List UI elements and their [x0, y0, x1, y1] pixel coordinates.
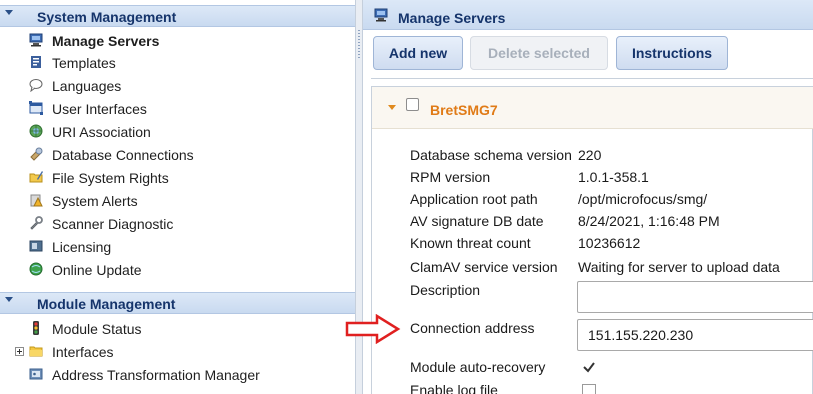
connection-address-label: Connection address	[410, 320, 535, 336]
traffic-light-icon	[33, 321, 39, 335]
nav-item-label: Database Connections	[52, 147, 194, 163]
delete-selected-button[interactable]: Delete selected	[470, 36, 608, 70]
computer-icon	[374, 8, 388, 22]
detail-key: Application root path	[410, 191, 538, 207]
nav-item-database-connections[interactable]: Database Connections	[0, 144, 355, 166]
nav-item-label: File System Rights	[52, 170, 169, 186]
expand-triangle-icon[interactable]	[388, 105, 396, 110]
connection-address-input[interactable]	[577, 319, 813, 351]
server-name: BretSMG7	[430, 102, 498, 118]
collapse-triangle-icon[interactable]	[5, 297, 13, 302]
detail-key: ClamAV service version	[410, 259, 558, 275]
nav-item-interfaces[interactable]: Interfaces	[0, 341, 355, 363]
folder-icon	[29, 346, 43, 357]
nav-item-address-transformation-manager[interactable]: Address Transformation Manager	[0, 364, 355, 386]
nav-item-label: Languages	[52, 78, 122, 94]
globe-green-icon	[29, 262, 43, 276]
detail-row: ClamAV service version Waiting for serve…	[372, 256, 813, 278]
nav-item-templates[interactable]: Templates	[0, 52, 355, 74]
detail-value: 1.0.1-358.1	[578, 169, 649, 185]
detail-key: Known threat count	[410, 235, 531, 251]
detail-key: AV signature DB date	[410, 213, 544, 229]
log-file-label: Enable log file	[410, 382, 498, 394]
log-file-checkbox[interactable]	[582, 384, 596, 394]
section-title: System Management	[37, 9, 177, 25]
database-plug-icon	[30, 147, 43, 161]
nav-item-label: Licensing	[52, 239, 112, 255]
detail-value: 8/24/2021, 1:16:48 PM	[578, 213, 720, 229]
detail-row: Known threat count 10236612	[372, 232, 813, 254]
description-label: Description	[410, 282, 481, 298]
speech-bubble-icon	[29, 79, 43, 92]
module-management-header[interactable]: Module Management	[0, 292, 355, 314]
annotation-arrow-icon	[345, 314, 401, 344]
detail-value: Waiting for server to upload data	[578, 259, 780, 275]
window-icon	[29, 101, 43, 115]
content-header: Manage Servers	[363, 0, 813, 30]
nav-item-scanner-diagnostic[interactable]: Scanner Diagnostic	[0, 213, 355, 235]
nav-item-system-alerts[interactable]: System Alerts	[0, 190, 355, 212]
nav-item-label: Manage Servers	[52, 33, 160, 49]
section-title: Module Management	[37, 296, 176, 312]
address-card-icon	[29, 368, 43, 380]
nav-item-user-interfaces[interactable]: User Interfaces	[0, 98, 355, 120]
server-panel-header[interactable]: BretSMG7	[372, 87, 813, 129]
detail-row: Application root path /opt/microfocus/sm…	[372, 188, 813, 210]
nav-item-label: System Alerts	[52, 193, 138, 209]
nav-item-uri-association[interactable]: URI Association	[0, 121, 355, 143]
nav-item-label: Address Transformation Manager	[52, 367, 260, 383]
auto-recovery-label: Module auto-recovery	[410, 359, 546, 375]
detail-key: RPM version	[410, 169, 491, 185]
nav-item-label: Templates	[52, 55, 116, 71]
server-panel: BretSMG7 Database schema version 220 RPM…	[371, 86, 813, 394]
detail-row: AV signature DB date 8/24/2021, 1:16:48 …	[372, 210, 813, 232]
computer-icon	[29, 33, 43, 47]
nav-item-licensing[interactable]: Licensing	[0, 236, 355, 258]
detail-value: 220	[578, 147, 602, 163]
detail-row: Database schema version 220	[372, 144, 813, 166]
wrench-icon	[30, 216, 43, 230]
nav-item-languages[interactable]: Languages	[0, 75, 355, 97]
nav-item-module-status[interactable]: Module Status	[0, 318, 355, 340]
nav-item-label: Scanner Diagnostic	[52, 216, 174, 232]
toolbar-divider	[371, 78, 813, 79]
nav-item-label: Interfaces	[52, 344, 114, 360]
expand-plus-icon[interactable]	[15, 347, 24, 356]
alert-icon	[30, 194, 43, 207]
splitter-grip[interactable]	[358, 30, 360, 60]
description-input[interactable]	[577, 281, 813, 313]
document-icon	[31, 56, 41, 68]
folder-pen-icon	[29, 171, 43, 183]
server-select-checkbox[interactable]	[406, 98, 419, 111]
nav-item-label: URI Association	[52, 124, 151, 140]
instructions-button[interactable]: Instructions	[616, 36, 728, 70]
collapse-triangle-icon[interactable]	[5, 10, 13, 15]
nav-item-file-system-rights[interactable]: File System Rights	[0, 167, 355, 189]
auto-recovery-checkbox[interactable]	[582, 360, 596, 374]
navigation-pane: System Management Manage Servers Templat…	[0, 0, 355, 394]
add-new-button[interactable]: Add new	[373, 36, 463, 70]
system-management-header[interactable]: System Management	[0, 5, 355, 27]
detail-key: Database schema version	[410, 147, 572, 163]
detail-row: RPM version 1.0.1-358.1	[372, 166, 813, 188]
detail-value: 10236612	[578, 235, 641, 251]
globe-icon	[29, 124, 43, 138]
nav-item-label: Module Status	[52, 321, 142, 337]
nav-item-label: User Interfaces	[52, 101, 147, 117]
detail-value: /opt/microfocus/smg/	[578, 191, 708, 207]
content-pane: Manage Servers Add new Delete selected I…	[363, 0, 813, 394]
nav-item-manage-servers[interactable]: Manage Servers	[0, 30, 355, 52]
page-title: Manage Servers	[398, 10, 506, 26]
nav-item-label: Online Update	[52, 262, 142, 278]
nav-item-online-update[interactable]: Online Update	[0, 259, 355, 281]
license-icon	[29, 240, 43, 252]
